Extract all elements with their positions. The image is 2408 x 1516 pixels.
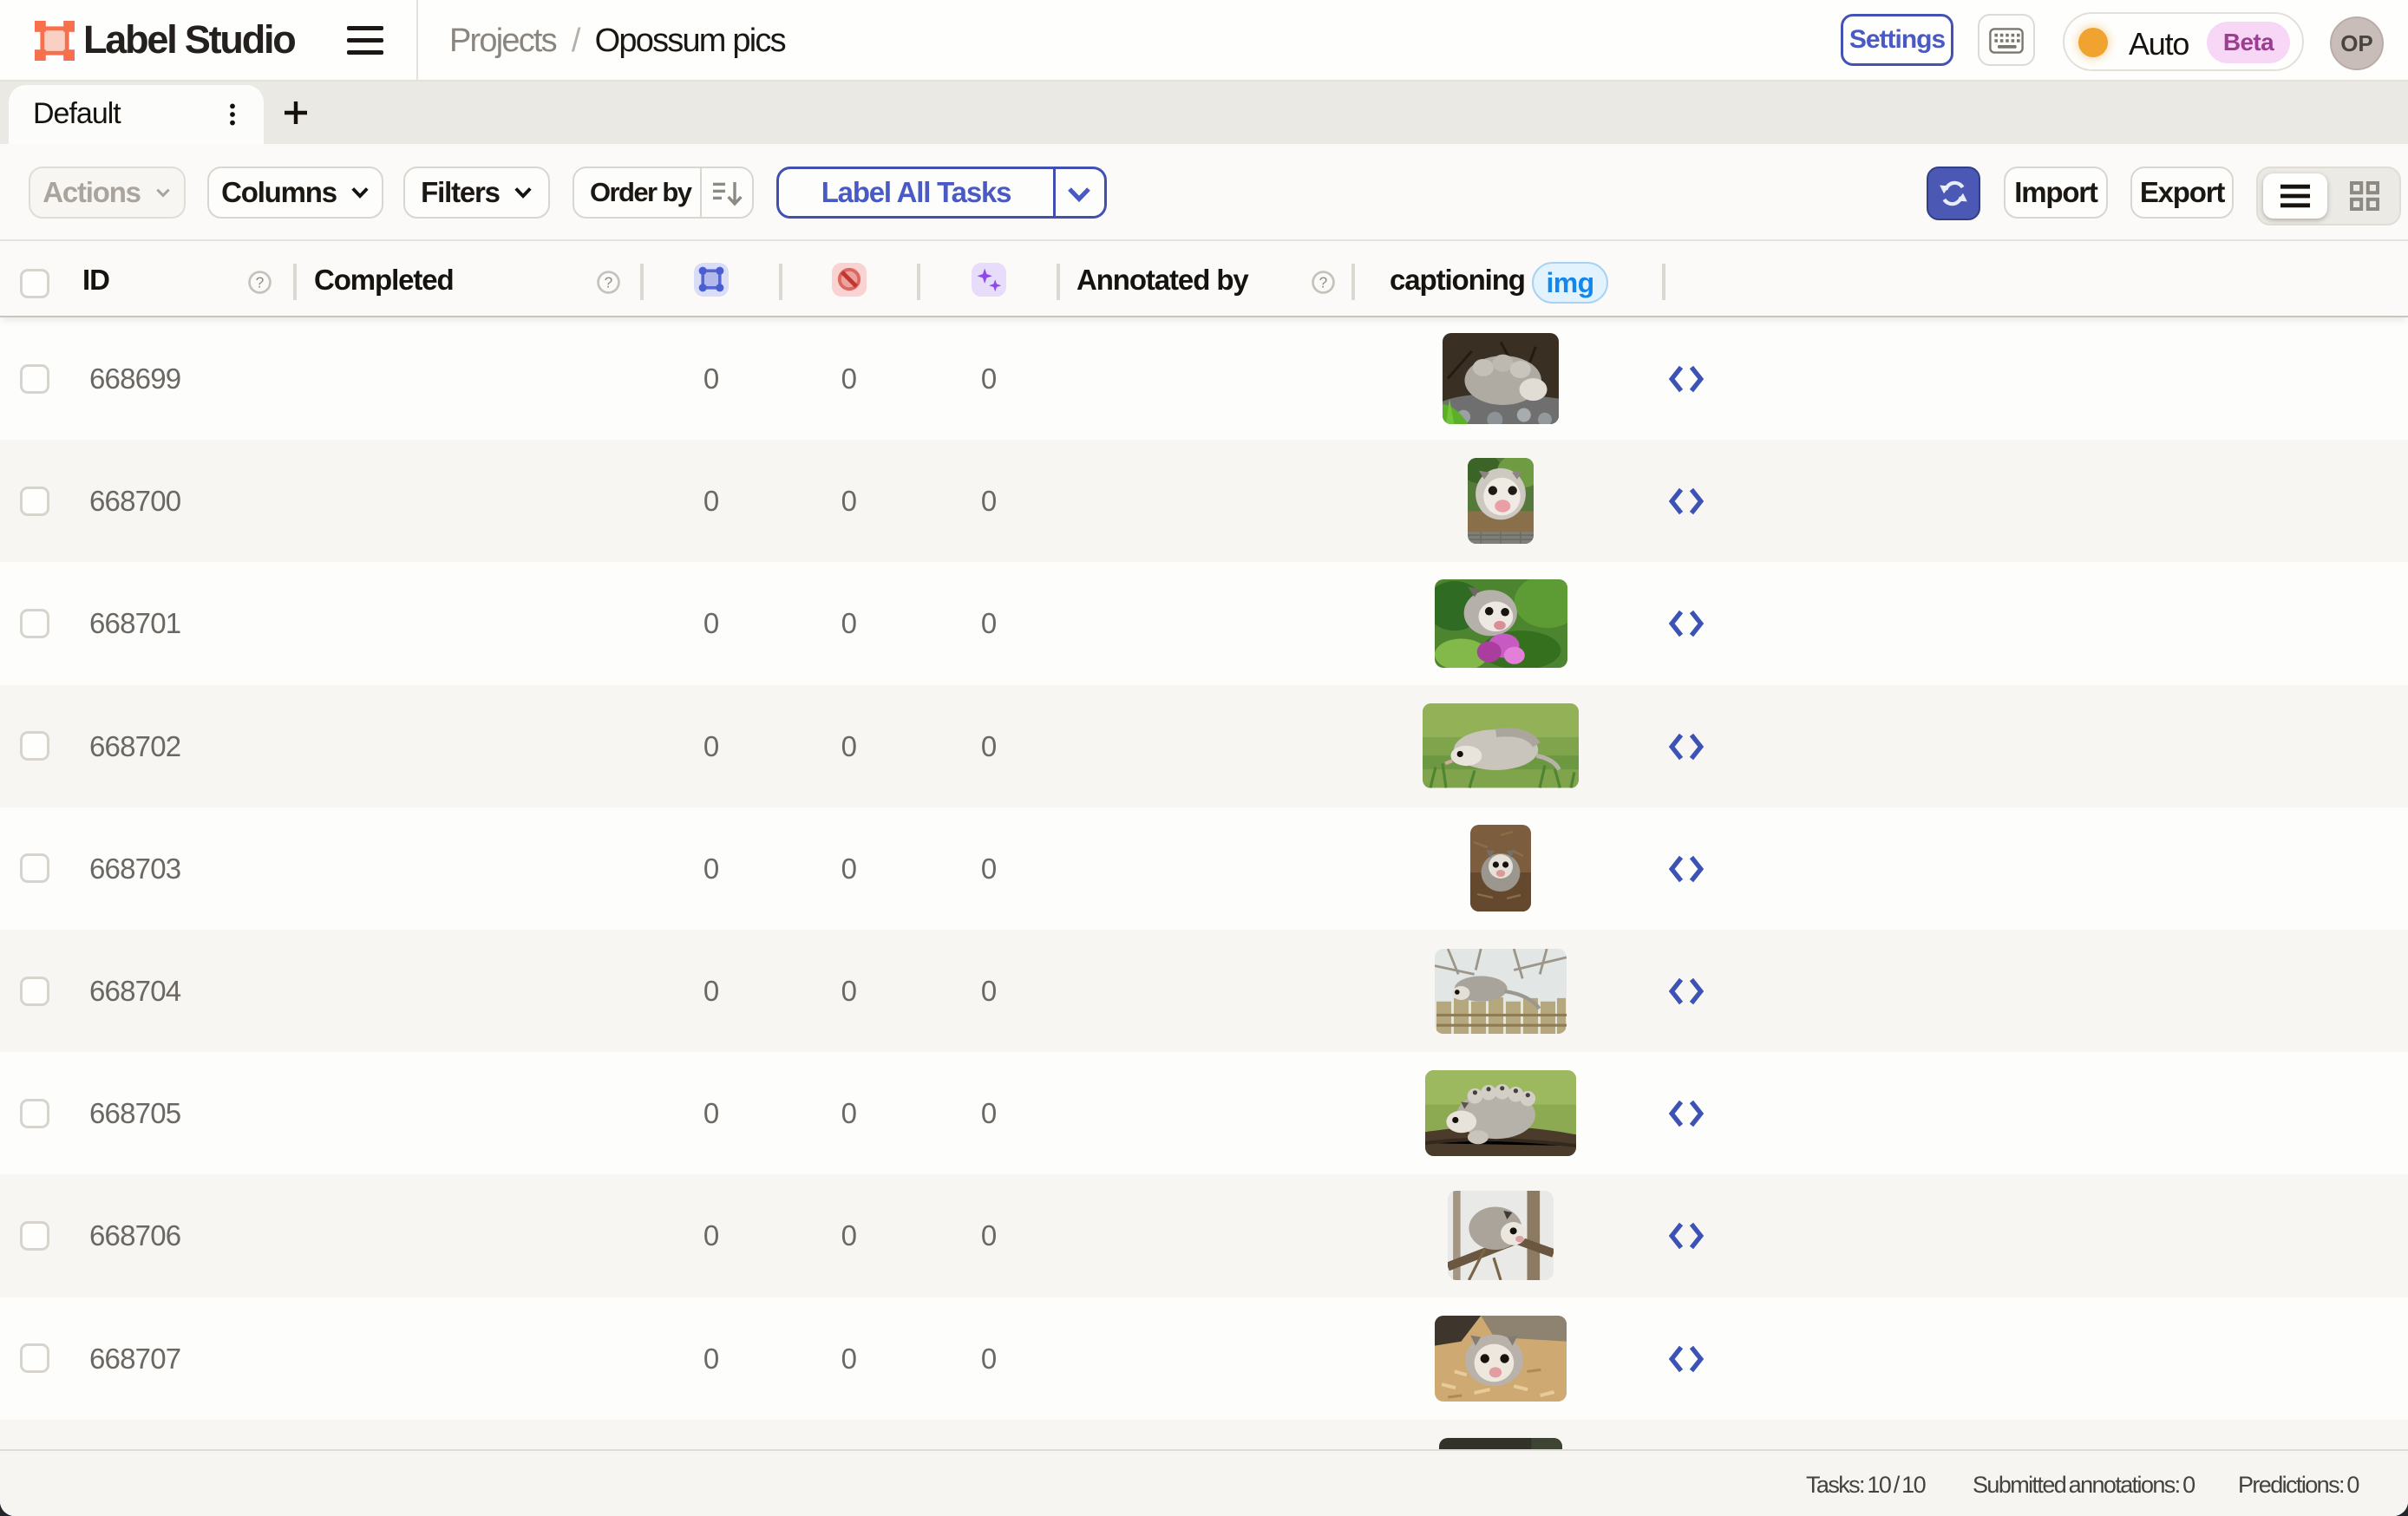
svg-text:?: ? [605,274,613,291]
svg-text:?: ? [1319,274,1328,291]
svg-text:?: ? [256,274,265,291]
